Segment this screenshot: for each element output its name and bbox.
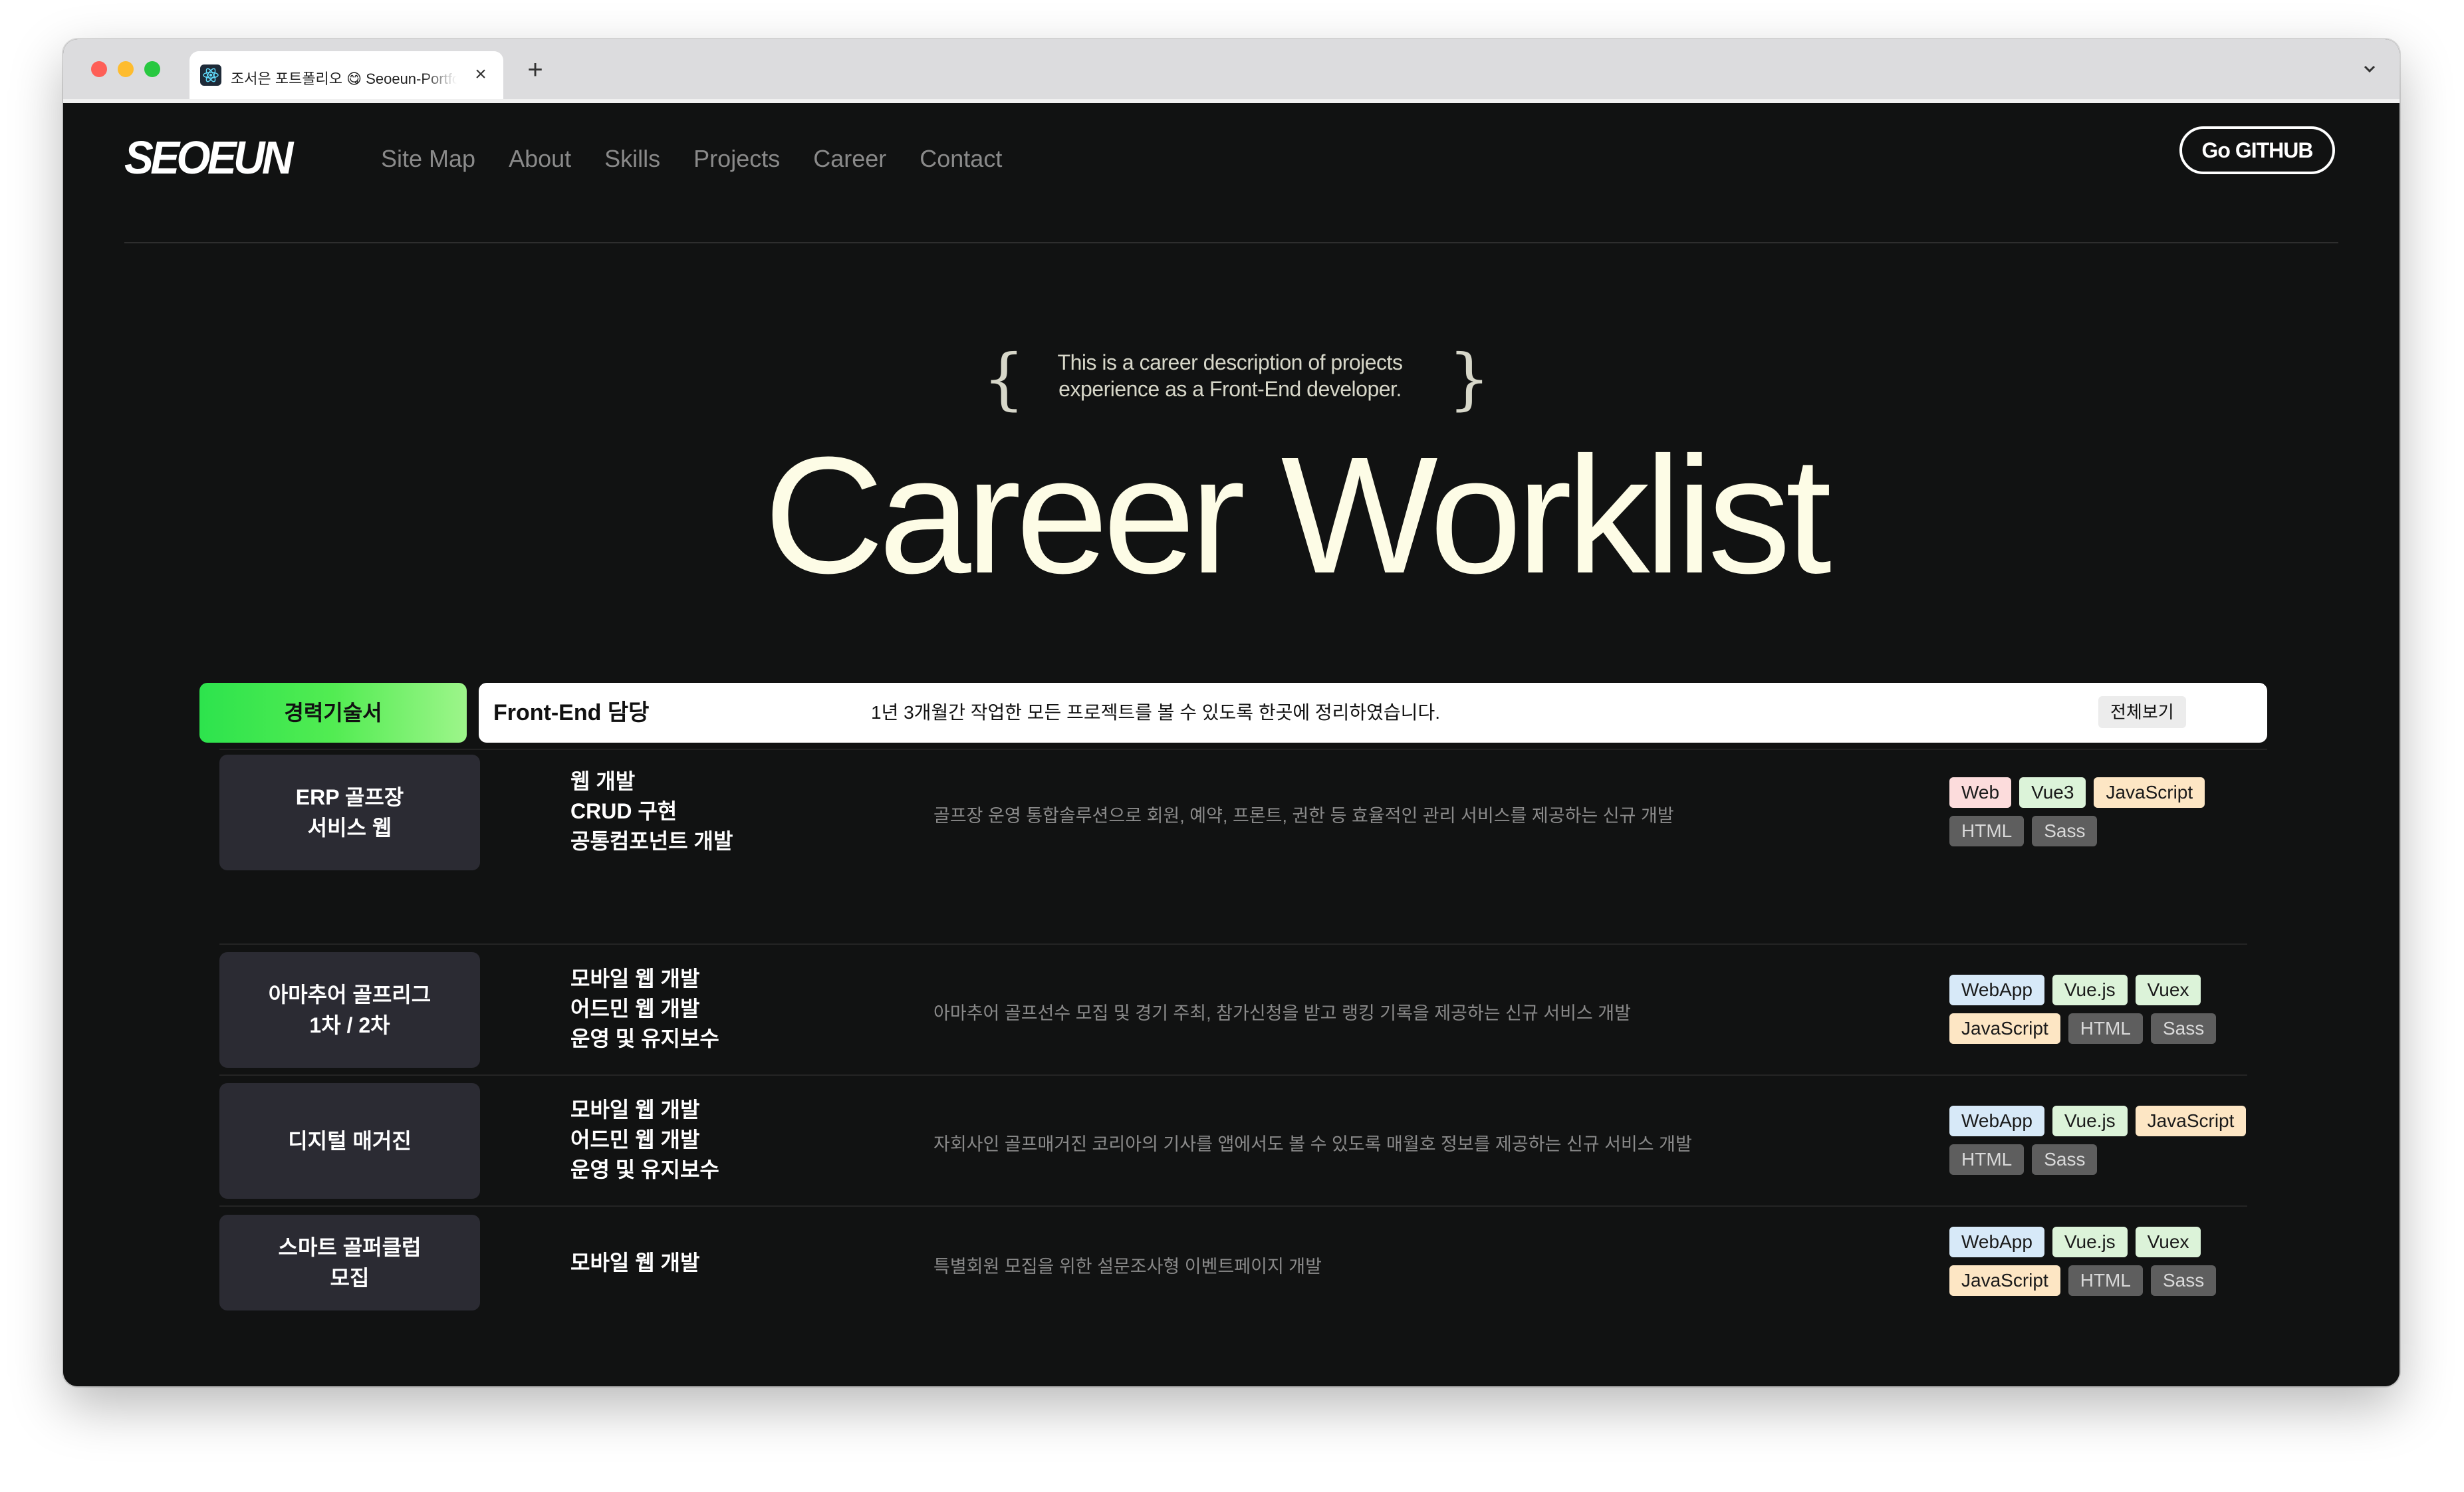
table-row: 스마트 골퍼클럽 모집 모바일 웹 개발 특별회원 모집을 위한 설문조사형 이… xyxy=(199,1215,2267,1311)
nav-site-map[interactable]: Site Map xyxy=(381,139,475,179)
close-icon[interactable]: × xyxy=(469,62,493,86)
table-header: 경력기술서 Front-End 담당 1년 3개월간 작업한 모든 프로젝트를 … xyxy=(199,683,2267,743)
header-divider xyxy=(124,242,2338,243)
tag-html: HTML xyxy=(1949,1144,2025,1175)
project-name-line: ERP 골프장 xyxy=(295,785,404,809)
table-row: 아마추어 골프리그 1차 / 2차 모바일 웹 개발 어드민 웹 개발 운영 및… xyxy=(199,952,2267,1072)
row-divider xyxy=(219,943,2247,945)
project-name-line: 모집 xyxy=(330,1266,370,1290)
tag-javascript: JavaScript xyxy=(1949,1013,2060,1044)
tag-javascript: JavaScript xyxy=(1949,1265,2060,1296)
brace-open: { xyxy=(983,340,1025,418)
react-favicon-icon xyxy=(200,64,221,86)
tech-tags: Web Vue3 JavaScript HTML Sass xyxy=(1949,777,2269,846)
hero-subtitle-line-1: This is a career description of projects xyxy=(1057,350,1403,374)
task-item: 운영 및 유지보수 xyxy=(570,1158,719,1181)
task-list: 웹 개발 CRUD 구현 공통컴포넌트 개발 xyxy=(570,767,733,856)
tag-web: Web xyxy=(1949,777,2012,808)
tag-html: HTML xyxy=(2068,1013,2143,1044)
nav-contact[interactable]: Contact xyxy=(920,139,1002,179)
project-description: 아마추어 골프선수 모집 및 경기 주최, 참가신청을 받고 랭킹 기록을 제공… xyxy=(933,1003,1631,1023)
tag-javascript: JavaScript xyxy=(2094,777,2205,808)
project-name-line: 디지털 매거진 xyxy=(288,1129,412,1153)
table-header-bar: Front-End 담당 1년 3개월간 작업한 모든 프로젝트를 볼 수 있도… xyxy=(479,683,2267,743)
row-divider xyxy=(219,1205,2247,1207)
project-name-line: 1차 / 2차 xyxy=(309,1013,390,1037)
tech-tags: WebApp Vue.js JavaScript HTML Sass xyxy=(1949,1106,2269,1175)
maximize-window-button[interactable] xyxy=(144,61,160,77)
portfolio-page: SEOEUN Site Map About Skills Projects Ca… xyxy=(63,103,2400,1386)
tag-sass: Sass xyxy=(2150,1013,2217,1044)
task-item: CRUD 구현 xyxy=(570,799,678,823)
project-name[interactable]: 디지털 매거진 xyxy=(219,1083,480,1199)
task-item: 모바일 웹 개발 xyxy=(570,967,700,991)
tech-tags: WebApp Vue.js Vuex JavaScript HTML Sass xyxy=(1949,1227,2269,1296)
tag-webapp: WebApp xyxy=(1949,1106,2044,1136)
task-list: 모바일 웹 개발 어드민 웹 개발 운영 및 유지보수 xyxy=(570,964,719,1054)
tag-vuejs: Vue.js xyxy=(2052,1227,2128,1257)
project-name-line: 아마추어 골프리그 xyxy=(268,983,431,1007)
hero-subtitle-line-2: experience as a Front-End developer. xyxy=(1058,377,1402,401)
table-divider xyxy=(219,749,2267,750)
tag-sass: Sass xyxy=(2150,1265,2217,1296)
minimize-window-button[interactable] xyxy=(118,61,134,77)
row-divider xyxy=(219,1074,2247,1076)
task-item: 모바일 웹 개발 xyxy=(570,1098,700,1122)
summary-text: 1년 3개월간 작업한 모든 프로젝트를 볼 수 있도록 한곳에 정리하였습니다… xyxy=(871,702,1440,723)
nav-skills[interactable]: Skills xyxy=(604,139,660,179)
tag-sass: Sass xyxy=(2032,1144,2098,1175)
task-item: 모바일 웹 개발 xyxy=(570,1251,700,1275)
tag-vuejs: Vue.js xyxy=(2052,1106,2128,1136)
tag-vuejs: Vue.js xyxy=(2052,975,2128,1005)
project-name-line: 서비스 웹 xyxy=(307,816,392,840)
project-description: 특별회원 모집을 위한 설문조사형 이벤트페이지 개발 xyxy=(933,1257,1322,1277)
browser-toolbar: 조서은 포트폴리오 😋 Seoeun-Portfolio × + xyxy=(63,39,2400,100)
hero-subtitle: This is a career description of projects… xyxy=(1027,349,1433,402)
task-item: 공통컴포넌트 개발 xyxy=(570,829,733,853)
nav-career[interactable]: Career xyxy=(813,139,886,179)
browser-tab[interactable]: 조서은 포트폴리오 😋 Seoeun-Portfolio × xyxy=(189,51,503,99)
page-title: Career Worklist xyxy=(764,422,1832,608)
nav-about[interactable]: About xyxy=(509,139,571,179)
tag-webapp: WebApp xyxy=(1949,1227,2044,1257)
tag-html: HTML xyxy=(2068,1265,2143,1296)
project-description: 자회사인 골프매거진 코리아의 기사를 앱에서도 볼 수 있도록 매월호 정보를… xyxy=(933,1134,1692,1154)
role-label: Front-End 담당 xyxy=(493,700,650,725)
tag-vuex: Vuex xyxy=(2135,1227,2201,1257)
tech-tags: WebApp Vue.js Vuex JavaScript HTML Sass xyxy=(1949,975,2269,1044)
chevron-down-icon[interactable] xyxy=(2360,59,2380,79)
tag-webapp: WebApp xyxy=(1949,975,2044,1005)
project-description: 골프장 운영 통합솔루션으로 회원, 예약, 프론트, 권한 등 효율적인 관리… xyxy=(933,806,1674,826)
view-all-button[interactable]: 전체보기 xyxy=(2098,696,2186,728)
project-name[interactable]: ERP 골프장 서비스 웹 xyxy=(219,755,480,870)
task-list: 모바일 웹 개발 xyxy=(570,1248,699,1278)
browser-window: 조서은 포트폴리오 😋 Seoeun-Portfolio × + SEOEUN … xyxy=(63,39,2400,1386)
tag-sass: Sass xyxy=(2032,816,2098,846)
tag-vue3: Vue3 xyxy=(2019,777,2086,808)
go-github-button[interactable]: Go GITHUB xyxy=(2179,126,2335,174)
task-item: 웹 개발 xyxy=(570,769,636,793)
nav-projects[interactable]: Projects xyxy=(693,139,780,179)
brace-close: } xyxy=(1448,340,1491,418)
plus-icon[interactable]: + xyxy=(522,57,549,83)
table-row: ERP 골프장 서비스 웹 웹 개발 CRUD 구현 공통컴포넌트 개발 골프장… xyxy=(199,755,2267,874)
tag-html: HTML xyxy=(1949,816,2025,846)
task-item: 운영 및 유지보수 xyxy=(570,1027,719,1051)
task-list: 모바일 웹 개발 어드민 웹 개발 운영 및 유지보수 xyxy=(570,1095,719,1185)
site-logo[interactable]: SEOEUN xyxy=(124,131,293,184)
tab-title: 조서은 포트폴리오 😋 Seoeun-Portfolio xyxy=(231,70,457,87)
task-item: 어드민 웹 개발 xyxy=(570,997,700,1021)
project-name[interactable]: 스마트 골퍼클럽 모집 xyxy=(219,1215,480,1310)
tag-vuex: Vuex xyxy=(2135,975,2201,1005)
project-name[interactable]: 아마추어 골프리그 1차 / 2차 xyxy=(219,952,480,1068)
task-item: 어드민 웹 개발 xyxy=(570,1128,700,1152)
project-name-line: 스마트 골퍼클럽 xyxy=(278,1235,422,1259)
career-description-badge: 경력기술서 xyxy=(199,683,467,743)
tag-javascript: JavaScript xyxy=(2135,1106,2247,1136)
main-nav: Site Map About Skills Projects Career Co… xyxy=(381,139,1002,179)
table-row: 디지털 매거진 모바일 웹 개발 어드민 웹 개발 운영 및 유지보수 자회사인… xyxy=(199,1083,2267,1203)
close-window-button[interactable] xyxy=(91,61,107,77)
